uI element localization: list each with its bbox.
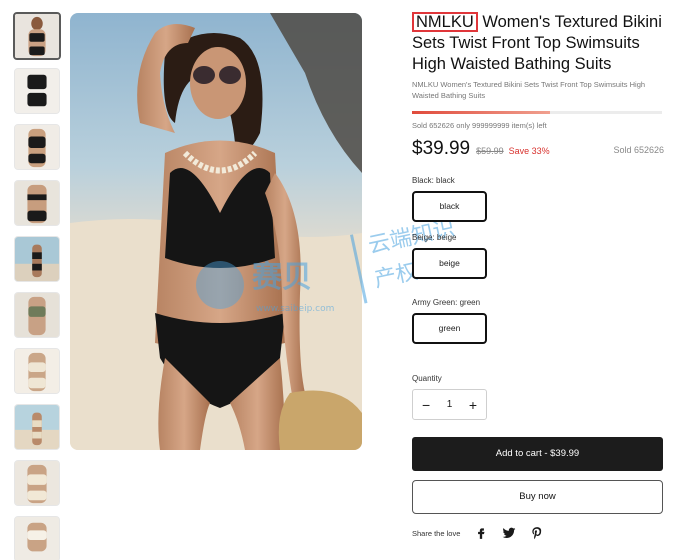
thumbnail-5[interactable] bbox=[14, 236, 60, 282]
share-label: Share the love bbox=[412, 528, 461, 538]
option-group-green: Army Green: green green bbox=[412, 298, 664, 344]
option-label-black: Black: black bbox=[412, 176, 455, 185]
facebook-icon[interactable] bbox=[474, 526, 488, 540]
save-badge: Save 33% bbox=[508, 146, 550, 156]
current-price: $39.99 bbox=[412, 138, 471, 159]
thumbnail-4[interactable] bbox=[14, 180, 60, 226]
product-info: NMLKU Women's Textured Bikini Sets Twist… bbox=[412, 12, 664, 542]
pinterest-icon[interactable] bbox=[530, 526, 544, 540]
thumbnail-list bbox=[12, 12, 62, 560]
sold-count-text: Sold 652626 only 999999999 item(s) left bbox=[412, 121, 547, 130]
compare-price: $59.99 bbox=[476, 146, 504, 156]
quantity-plus-button[interactable]: + bbox=[469, 398, 477, 412]
thumbnail-9[interactable] bbox=[14, 460, 60, 506]
thumbnail-2[interactable] bbox=[14, 68, 60, 114]
price-row: $39.99 $59.99 Save 33% Sold 652626 bbox=[412, 138, 664, 162]
option-label-green: Army Green: green bbox=[412, 298, 481, 307]
thumbnail-8[interactable] bbox=[14, 404, 60, 450]
product-title: NMLKU Women's Textured Bikini Sets Twist… bbox=[412, 12, 664, 75]
quantity-label: Quantity bbox=[412, 374, 442, 383]
option-button-beige[interactable]: beige bbox=[412, 248, 487, 279]
quantity-stepper: − 1 + bbox=[412, 389, 487, 420]
main-product-image[interactable] bbox=[70, 13, 362, 450]
option-button-green[interactable]: green bbox=[412, 313, 487, 344]
stock-progress-fill bbox=[412, 111, 550, 114]
share-row: Share the love bbox=[412, 524, 664, 542]
sold-count-right: Sold 652626 bbox=[613, 145, 664, 155]
option-button-black[interactable]: black bbox=[412, 191, 487, 222]
thumbnail-7[interactable] bbox=[14, 348, 60, 394]
option-group-black: Black: black black bbox=[412, 176, 664, 222]
add-to-cart-button[interactable]: Add to cart - $39.99 bbox=[412, 437, 663, 471]
thumbnail-10[interactable] bbox=[14, 516, 60, 560]
thumbnail-6[interactable] bbox=[14, 292, 60, 338]
buy-now-button[interactable]: Buy now bbox=[412, 480, 663, 514]
option-label-beige: Beige: beige bbox=[412, 233, 457, 242]
twitter-icon[interactable] bbox=[502, 526, 516, 540]
stock-progress-bar bbox=[412, 111, 662, 114]
thumbnail-1[interactable] bbox=[13, 12, 61, 60]
brand-highlight: NMLKU bbox=[412, 12, 478, 32]
quantity-value[interactable]: 1 bbox=[447, 399, 453, 410]
thumbnail-3[interactable] bbox=[14, 124, 60, 170]
option-group-beige: Beige: beige beige bbox=[412, 233, 664, 279]
quantity-minus-button[interactable]: − bbox=[422, 398, 430, 412]
product-subtitle: NMLKU Women's Textured Bikini Sets Twist… bbox=[412, 80, 646, 100]
